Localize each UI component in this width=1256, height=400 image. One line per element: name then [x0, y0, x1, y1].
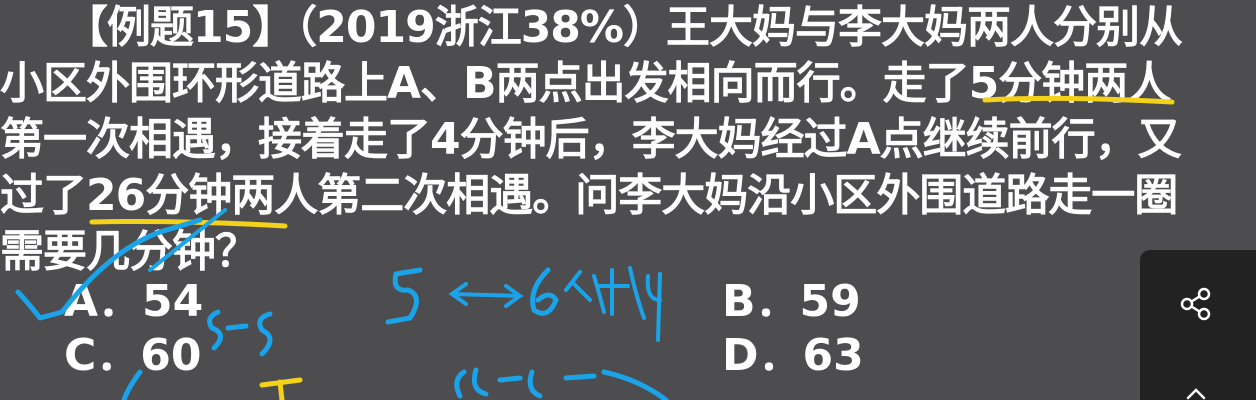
- pen-scribble-6: [530, 267, 559, 316]
- question-line-5: 需要几分钟？: [0, 226, 259, 277]
- share-button[interactable]: [1140, 250, 1256, 400]
- pen-scribble-fenzhong: [564, 266, 662, 342]
- option-a: A．54: [64, 276, 204, 327]
- pen-arrow: [448, 282, 524, 308]
- option-d: D．63: [722, 330, 864, 381]
- option-b: B．59: [722, 276, 861, 327]
- question-line-4: 过了26分钟两人第二次相遇。问李大妈沿小区外围道路走一圈: [0, 170, 1178, 221]
- question-line-3: 第一次相遇，接着走了4分钟后，李大妈经过A点继续前行，又: [0, 114, 1182, 165]
- question-line-1: 【例题15】（2019浙江38%）王大妈与李大妈两人分别从: [0, 2, 1183, 53]
- share-icon: [1180, 287, 1211, 321]
- option-c: C．60: [64, 330, 202, 381]
- pen-scribble-ratio: [385, 267, 423, 325]
- lecture-slide: 【例题15】（2019浙江38%）王大妈与李大妈两人分别从 小区外围环形道路上A…: [0, 0, 1256, 400]
- question-line-2: 小区外围环形道路上A、B两点出发相向而行。走了5分钟两人: [0, 58, 1171, 109]
- highlight-mark: [259, 377, 303, 400]
- pen-scribble-bottom: [454, 367, 669, 400]
- pen-scribble-55: [207, 309, 273, 357]
- chevron-up-icon: [1186, 388, 1206, 400]
